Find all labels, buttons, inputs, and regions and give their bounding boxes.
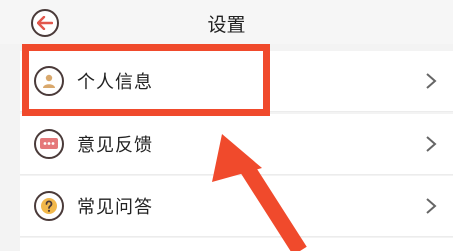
annotation-arrow: [212, 134, 307, 251]
